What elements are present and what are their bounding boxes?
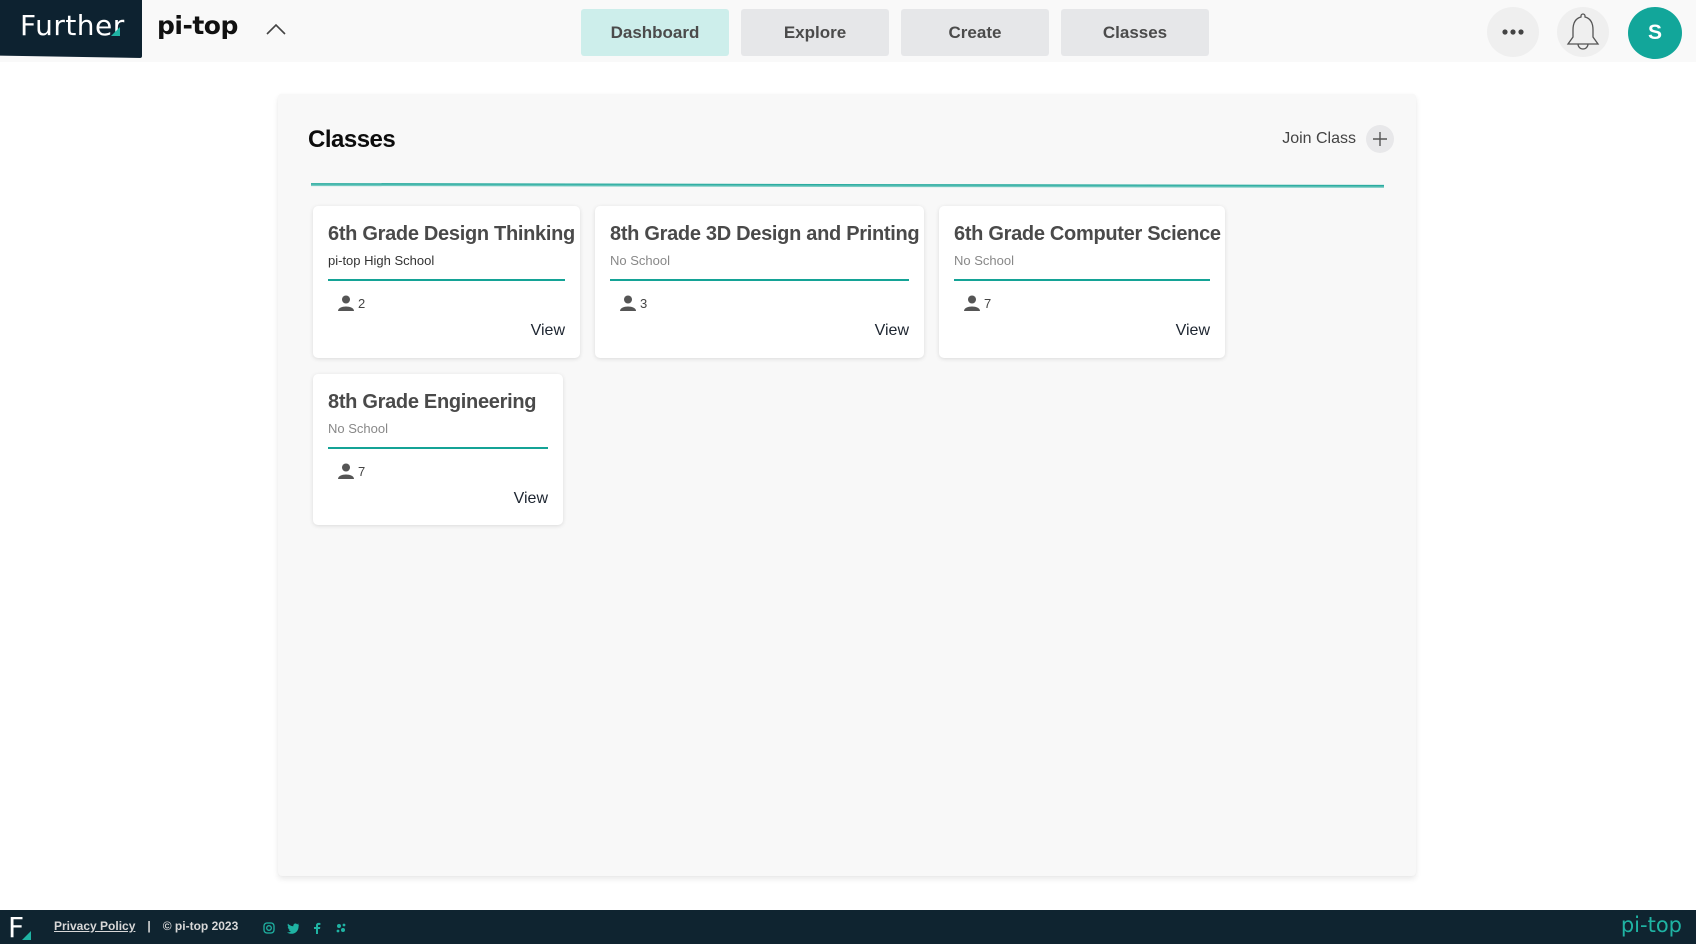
- user-icon: [338, 295, 354, 311]
- member-count: 3: [620, 295, 647, 312]
- organization-name: pi-top: [157, 11, 238, 40]
- chevron-up-icon: [266, 23, 286, 35]
- class-card[interactable]: 8th Grade Engineering No School 7 View: [313, 374, 563, 525]
- logo-triangle-icon: [111, 27, 120, 36]
- join-class-label: Join Class: [1282, 130, 1356, 147]
- separator: |: [147, 919, 151, 933]
- class-school: No School: [328, 421, 388, 436]
- class-school: pi-top High School: [328, 253, 435, 268]
- social-links: [262, 921, 348, 935]
- divider: [310, 183, 1385, 188]
- member-count: 7: [338, 463, 365, 480]
- user-avatar[interactable]: S: [1628, 7, 1682, 59]
- member-count-value: 7: [984, 296, 992, 311]
- user-icon: [964, 295, 980, 311]
- member-count-value: 3: [640, 296, 648, 311]
- plus-icon: [1366, 125, 1394, 153]
- class-name: 6th Grade Computer Science: [954, 223, 1221, 245]
- view-class-button[interactable]: View: [875, 322, 909, 340]
- privacy-policy-link[interactable]: Privacy Policy: [54, 919, 135, 933]
- card-divider: [610, 279, 909, 281]
- user-icon: [338, 463, 354, 479]
- class-school: No School: [954, 253, 1014, 268]
- user-icon: [620, 295, 636, 311]
- class-name: 8th Grade Engineering: [328, 391, 537, 413]
- class-card[interactable]: 6th Grade Design Thinking pi-top High Sc…: [313, 206, 580, 358]
- card-divider: [954, 279, 1210, 281]
- member-count-value: 2: [358, 296, 366, 311]
- nav-classes[interactable]: Classes: [1061, 9, 1209, 56]
- more-horizontal-icon: [1502, 29, 1524, 35]
- page-title: Classes: [308, 126, 396, 153]
- nav-create[interactable]: Create: [901, 9, 1049, 56]
- footer: F Privacy Policy | © pi-top 2023 pi-top: [0, 910, 1696, 944]
- further-logo[interactable]: Further: [0, 0, 142, 58]
- card-divider: [328, 447, 548, 449]
- card-divider: [328, 279, 565, 281]
- org-switcher-toggle[interactable]: [262, 18, 290, 42]
- top-bar: Further pi-top Dashboard Explore Create …: [0, 0, 1696, 62]
- class-card[interactable]: 6th Grade Computer Science No School 7 V…: [939, 206, 1225, 358]
- instagram-icon[interactable]: [262, 921, 276, 935]
- member-count: 2: [338, 295, 365, 312]
- logo-triangle-icon: [22, 931, 31, 940]
- join-class-button[interactable]: Join Class: [1282, 125, 1394, 153]
- member-count-value: 7: [358, 464, 366, 479]
- member-count: 7: [964, 295, 991, 312]
- class-card[interactable]: 8th Grade 3D Design and Printing No Scho…: [595, 206, 924, 358]
- nav-dashboard[interactable]: Dashboard: [581, 9, 729, 56]
- footer-brand: pi-top: [1620, 913, 1682, 937]
- brand-text: Further: [20, 9, 125, 42]
- class-name: 8th Grade 3D Design and Printing: [610, 223, 920, 245]
- main-nav: Dashboard Explore Create Classes: [581, 9, 1209, 56]
- twitter-icon[interactable]: [286, 921, 300, 935]
- facebook-icon[interactable]: [310, 921, 324, 935]
- view-class-button[interactable]: View: [514, 490, 548, 508]
- classes-panel: Classes Join Class 6th Grade Design Thin…: [278, 94, 1416, 876]
- nav-explore[interactable]: Explore: [741, 9, 889, 56]
- class-school: No School: [610, 253, 670, 268]
- class-name: 6th Grade Design Thinking: [328, 223, 575, 245]
- pitop-icon[interactable]: [334, 921, 348, 935]
- bell-icon: [1566, 13, 1600, 50]
- view-class-button[interactable]: View: [1176, 322, 1210, 340]
- view-class-button[interactable]: View: [531, 322, 565, 340]
- footer-links: Privacy Policy | © pi-top 2023: [54, 919, 238, 933]
- copyright: © pi-top 2023: [162, 919, 239, 933]
- more-options-button[interactable]: [1487, 7, 1539, 57]
- notifications-button[interactable]: [1557, 7, 1609, 57]
